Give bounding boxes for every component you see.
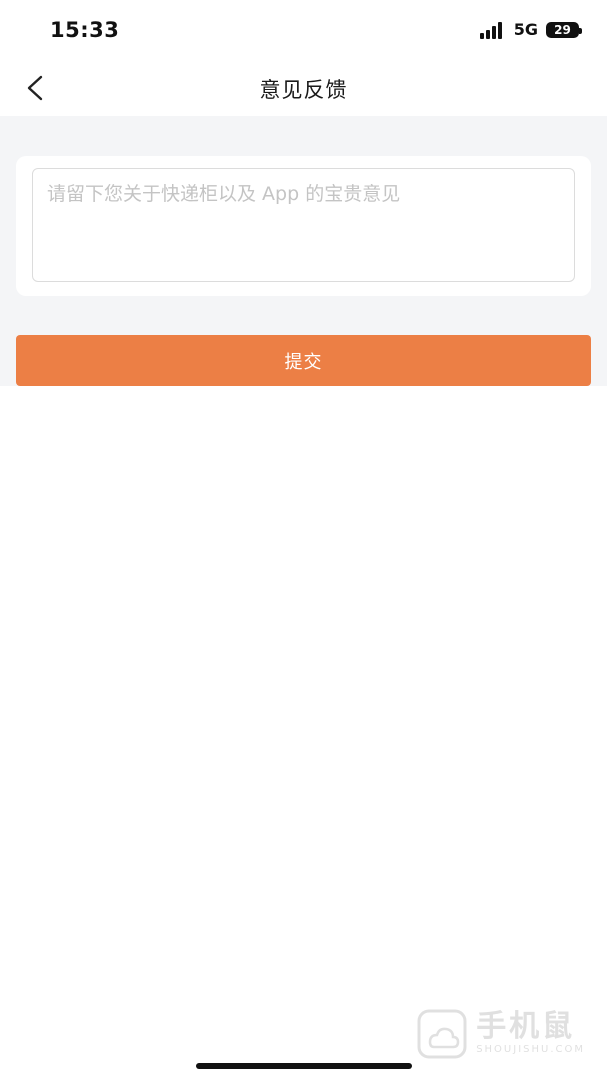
feedback-card (16, 156, 591, 296)
network-type: 5G (513, 20, 538, 39)
feedback-input[interactable] (32, 168, 575, 282)
content-area: 提交 (0, 116, 607, 386)
watermark: 手机鼠 SHOUJISHU.COM (416, 1008, 585, 1060)
cloud-shield-logo-icon (417, 1009, 467, 1059)
watermark-main: 手机鼠 (476, 1009, 576, 1044)
status-time: 15:33 (50, 18, 120, 42)
signal-icon (479, 21, 502, 39)
watermark-sub: SHOUJISHU.COM (476, 1044, 585, 1055)
status-indicators: 5G 29 (479, 20, 582, 39)
navigation-bar: 意见反馈 (0, 60, 607, 116)
status-bar: 15:33 5G 29 (0, 0, 607, 60)
page-title: 意见反馈 (259, 78, 348, 102)
submit-button[interactable]: 提交 (16, 335, 591, 386)
home-indicator[interactable] (196, 1063, 412, 1069)
battery-icon: 29 (546, 21, 582, 38)
battery-level: 29 (554, 22, 571, 37)
